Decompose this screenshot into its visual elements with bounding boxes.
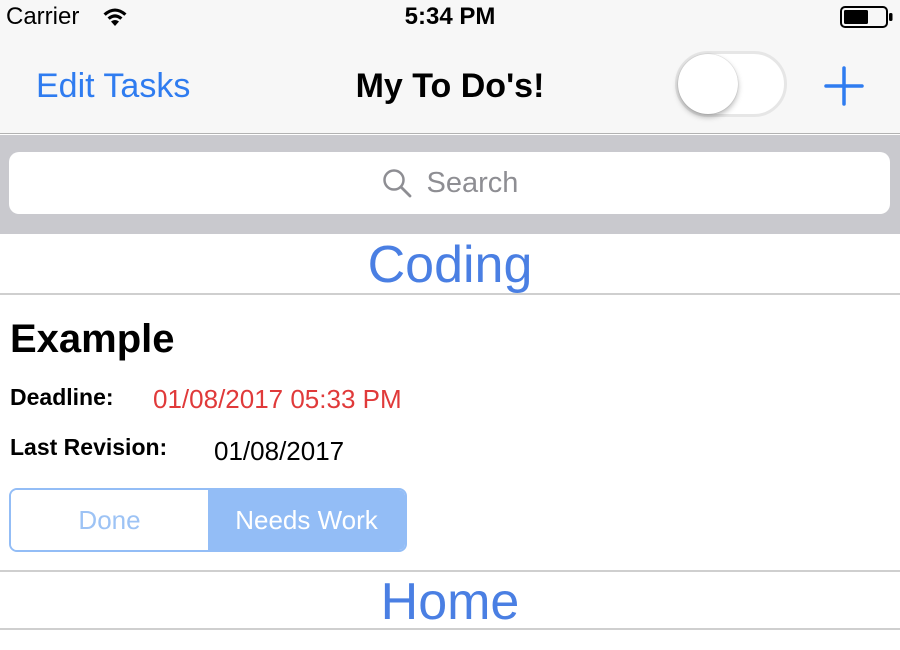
clock: 5:34 PM xyxy=(404,3,496,30)
deadline-label: Deadline: xyxy=(10,384,114,410)
search-icon xyxy=(382,169,411,198)
needs-work-segment[interactable]: Needs Work xyxy=(208,490,405,550)
done-segment[interactable]: Done xyxy=(11,490,208,550)
search-bar: Search xyxy=(0,135,900,234)
navigation-bar: Edit Tasks My To Do's! xyxy=(0,36,900,134)
status-segmented-control: Done Needs Work xyxy=(9,488,407,552)
battery-icon xyxy=(840,6,893,28)
toggle-switch[interactable] xyxy=(675,51,787,117)
search-placeholder: Search xyxy=(426,166,519,199)
last-revision-value: 01/08/2017 xyxy=(214,436,345,466)
status-bar: Carrier 5:34 PM xyxy=(0,0,900,36)
search-input[interactable]: Search xyxy=(9,152,890,214)
edit-tasks-button[interactable]: Edit Tasks xyxy=(36,67,190,106)
section-header-home: Home xyxy=(0,570,900,631)
toggle-knob xyxy=(678,54,738,114)
task-cell[interactable]: Example Deadline: 01/08/2017 05:33 PM La… xyxy=(0,297,900,570)
plus-icon[interactable] xyxy=(822,64,866,108)
section-header-coding: Coding xyxy=(0,235,900,295)
task-title: Example xyxy=(10,317,175,361)
last-revision-label: Last Revision: xyxy=(10,434,168,460)
deadline-value: 01/08/2017 05:33 PM xyxy=(153,384,402,414)
